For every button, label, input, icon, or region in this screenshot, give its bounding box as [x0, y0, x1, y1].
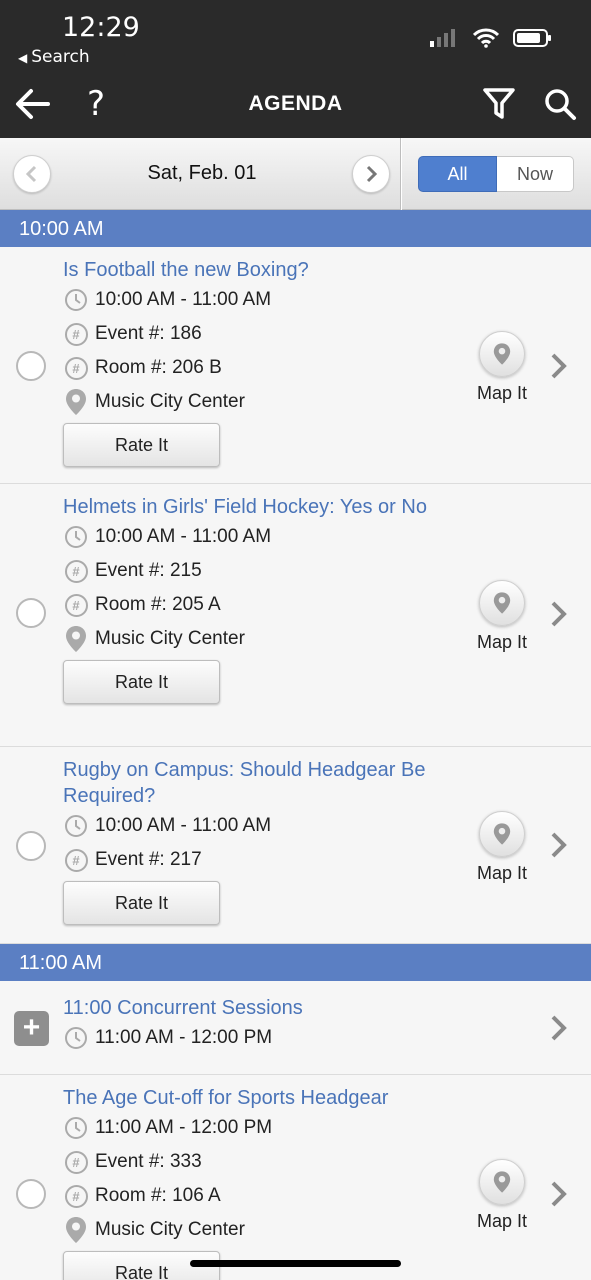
chevron-right-icon[interactable]	[549, 352, 569, 380]
session-time-row: 10:00 AM - 11:00 AM	[63, 283, 591, 317]
map-it-button[interactable]: Map It	[470, 811, 534, 884]
hash-icon: #	[63, 558, 89, 584]
status-icons	[429, 28, 553, 48]
clock-icon	[63, 1115, 89, 1141]
date-navigation-bar: Sat, Feb. 01 All Now	[0, 138, 591, 210]
battery-icon	[513, 29, 551, 47]
home-indicator[interactable]	[190, 1260, 401, 1267]
location-pin-icon	[63, 1217, 89, 1243]
map-pin-icon	[479, 580, 525, 626]
hash-icon: #	[63, 321, 89, 347]
location-pin-icon	[63, 389, 89, 415]
expand-plus-icon[interactable]: +	[14, 1011, 49, 1046]
hash-icon: #	[63, 1183, 89, 1209]
location-name: Music City Center	[95, 628, 245, 649]
session-time-row: 11:00 AM - 12:00 PM	[63, 1021, 591, 1055]
back-triangle-icon: ◀	[18, 51, 28, 65]
hash-icon: #	[63, 1149, 89, 1175]
session-title[interactable]: Rugby on Campus: Should Headgear Be Requ…	[63, 757, 443, 809]
session-item[interactable]: Is Football the new Boxing? 10:00 AM - 1…	[0, 247, 591, 484]
hash-icon: #	[63, 355, 89, 381]
select-radio[interactable]	[16, 1179, 46, 1209]
clock-icon	[63, 287, 89, 313]
rate-it-button[interactable]: Rate It	[63, 660, 220, 704]
app-header: 12:29 ◀ Search ? AGENDA	[0, 0, 591, 138]
search-button[interactable]	[540, 84, 580, 124]
session-time: 10:00 AM - 11:00 AM	[95, 815, 272, 836]
session-group-item[interactable]: 11:00 Concurrent Sessions 11:00 AM - 12:…	[0, 981, 591, 1075]
chevron-left-icon	[25, 165, 37, 183]
back-search-label: Search	[31, 47, 90, 67]
session-title[interactable]: Helmets in Girls' Field Hockey: Yes or N…	[63, 494, 443, 520]
session-time: 11:00 AM - 12:00 PM	[95, 1027, 273, 1048]
session-time: 10:00 AM - 11:00 AM	[95, 289, 272, 310]
room-number: Room #: 206 B	[95, 357, 222, 378]
divider	[400, 138, 402, 210]
wifi-icon	[473, 28, 499, 48]
location-name: Music City Center	[95, 1219, 245, 1240]
previous-day-button[interactable]	[13, 155, 51, 193]
funnel-icon	[483, 88, 515, 119]
filter-now-tab[interactable]: Now	[497, 156, 574, 192]
rate-it-button[interactable]: Rate It	[63, 881, 220, 925]
clock-icon	[63, 813, 89, 839]
session-item[interactable]: Rugby on Campus: Should Headgear Be Requ…	[0, 747, 591, 944]
room-number: Room #: 106 A	[95, 1185, 221, 1206]
session-time-row: 10:00 AM - 11:00 AM	[63, 520, 591, 554]
clock-icon	[63, 524, 89, 550]
room-number: Room #: 205 A	[95, 594, 221, 615]
map-pin-icon	[479, 331, 525, 377]
session-title[interactable]: The Age Cut-off for Sports Headgear	[63, 1085, 443, 1111]
event-number: Event #: 186	[95, 323, 202, 344]
chevron-right-icon[interactable]	[549, 831, 569, 859]
map-it-label: Map It	[476, 863, 528, 883]
status-time: 12:29	[62, 12, 140, 43]
select-radio[interactable]	[16, 351, 46, 381]
event-number: Event #: 217	[95, 849, 202, 870]
event-number: Event #: 215	[95, 560, 202, 581]
next-day-button[interactable]	[352, 155, 390, 193]
clock-icon	[63, 1025, 89, 1051]
session-item[interactable]: Helmets in Girls' Field Hockey: Yes or N…	[0, 484, 591, 747]
agenda-list: 10:00 AM Is Football the new Boxing? 10:…	[0, 210, 591, 1280]
filter-all-tab[interactable]: All	[418, 156, 497, 192]
map-pin-icon	[479, 1159, 525, 1205]
chevron-right-icon[interactable]	[549, 1014, 569, 1042]
map-pin-icon	[479, 811, 525, 857]
chevron-right-icon[interactable]	[549, 600, 569, 628]
session-title[interactable]: 11:00 Concurrent Sessions	[63, 995, 443, 1021]
time-section-header: 11:00 AM	[0, 944, 591, 981]
map-it-button[interactable]: Map It	[470, 1159, 534, 1232]
chevron-right-icon	[366, 165, 378, 183]
rate-it-button[interactable]: Rate It	[63, 423, 220, 467]
select-radio[interactable]	[16, 831, 46, 861]
map-it-button[interactable]: Map It	[470, 331, 534, 404]
search-icon	[545, 89, 576, 120]
session-time-row: 11:00 AM - 12:00 PM	[63, 1111, 591, 1145]
session-time: 10:00 AM - 11:00 AM	[95, 526, 272, 547]
event-number: Event #: 333	[95, 1151, 202, 1172]
select-radio[interactable]	[16, 598, 46, 628]
filter-button[interactable]	[479, 84, 519, 124]
cellular-signal-icon	[430, 29, 455, 47]
map-it-label: Map It	[476, 383, 528, 403]
chevron-right-icon[interactable]	[549, 1180, 569, 1208]
location-name: Music City Center	[95, 391, 245, 412]
map-it-label: Map It	[476, 1211, 528, 1231]
session-title[interactable]: Is Football the new Boxing?	[63, 257, 443, 283]
time-section-header: 10:00 AM	[0, 210, 591, 247]
hash-icon: #	[63, 592, 89, 618]
location-pin-icon	[63, 626, 89, 652]
current-date: Sat, Feb. 01	[147, 162, 257, 184]
hash-icon: #	[63, 847, 89, 873]
session-item[interactable]: The Age Cut-off for Sports Headgear 11:0…	[0, 1075, 591, 1280]
session-time: 11:00 AM - 12:00 PM	[95, 1117, 273, 1138]
map-it-button[interactable]: Map It	[470, 580, 534, 653]
back-to-search-link[interactable]: ◀ Search	[18, 47, 90, 67]
map-it-label: Map It	[476, 632, 528, 652]
